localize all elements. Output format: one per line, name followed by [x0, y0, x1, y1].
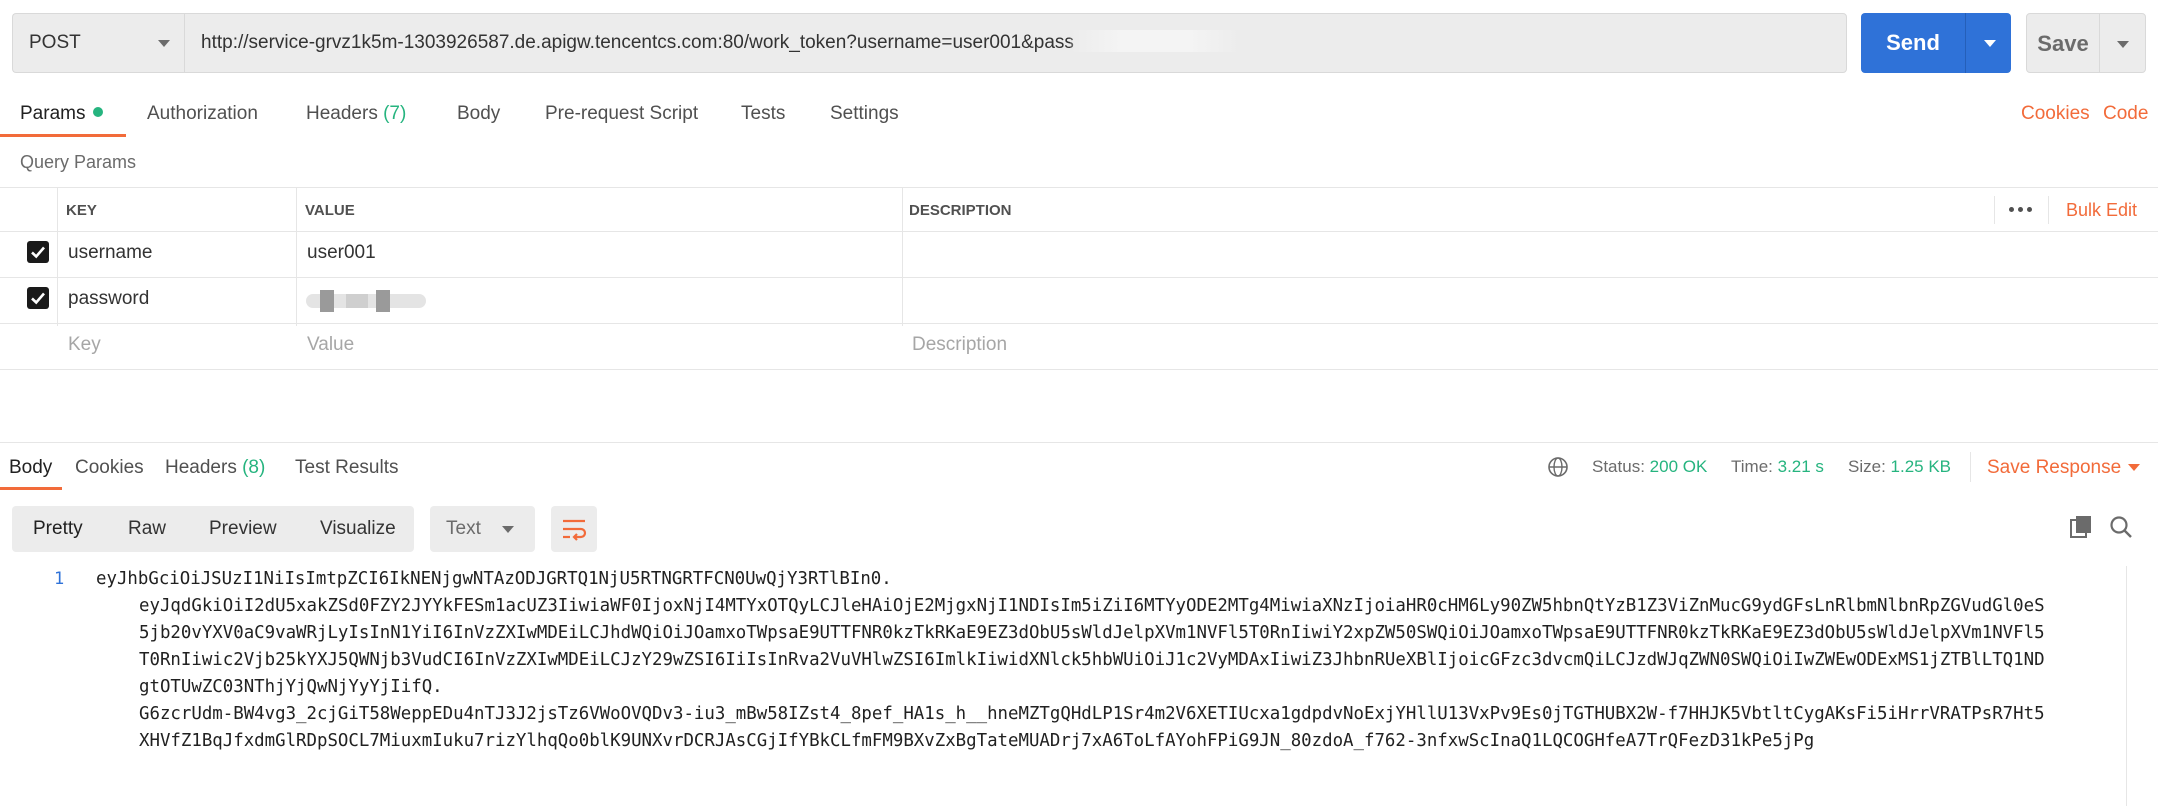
time-label: Time: [1731, 457, 1773, 476]
active-response-tab-indicator [0, 487, 62, 490]
wrap-lines-button[interactable] [551, 506, 597, 552]
param-key[interactable]: username [68, 242, 153, 264]
status-readout: Status: 200 OK [1592, 457, 1707, 477]
send-options-caret-icon[interactable] [1984, 40, 1996, 47]
table-row: password [0, 278, 2158, 324]
wrap-lines-icon [563, 519, 587, 541]
response-body-line: 5jb20vYXV0aC9vaWRjLyIsInN1YiI6InVzZXIwMD… [139, 623, 2045, 643]
response-body-line: eyJhbGciOiJSUzI1NiIsImtpZCI6IkNENjgwNTAz… [96, 569, 892, 589]
status-label: Status: [1592, 457, 1645, 476]
copy-icon[interactable] [2068, 514, 2094, 540]
time-readout: Time: 3.21 s [1731, 457, 1824, 477]
response-tab-headers-label: Headers [165, 457, 237, 478]
column-header-description: DESCRIPTION [909, 202, 1012, 219]
new-key-input[interactable]: Key [68, 334, 101, 356]
size-label: Size: [1848, 457, 1886, 476]
tab-headers[interactable]: Headers (7) [306, 103, 406, 125]
save-divider [2099, 14, 2100, 72]
send-button[interactable]: Send [1861, 13, 2011, 73]
size-value: 1.25 KB [1890, 457, 1952, 476]
response-body-line: T0RnIiwic2Vjb25kYXJ5QWNjb3VudCI6InVzZXIw… [139, 650, 2045, 670]
tab-tests[interactable]: Tests [741, 103, 785, 125]
tab-params-label: Params [20, 103, 86, 124]
status-divider [1970, 452, 1971, 482]
response-tab-test-results[interactable]: Test Results [295, 457, 398, 479]
caret-down-icon [158, 40, 170, 47]
search-icon[interactable] [2108, 514, 2134, 540]
view-preview-button[interactable]: Preview [209, 518, 277, 540]
table-row: username user001 [0, 232, 2158, 278]
tab-settings[interactable]: Settings [830, 103, 899, 125]
tab-headers-count: (7) [383, 103, 407, 124]
time-value: 3.21 s [1777, 457, 1824, 476]
response-tab-body[interactable]: Body [9, 457, 52, 479]
view-pretty-button[interactable]: Pretty [33, 518, 83, 540]
query-params-title: Query Params [20, 152, 137, 172]
method-label: POST [29, 32, 81, 53]
response-body-line: XHVfZ1BqJfxdmGlRDpSOCL7MiuxmIuku7rizYlhq… [139, 731, 1815, 751]
cookies-link[interactable]: Cookies [2021, 103, 2090, 125]
new-value-input[interactable]: Value [307, 334, 354, 356]
more-horizontal-icon[interactable] [2006, 194, 2036, 224]
param-value[interactable]: user001 [307, 242, 376, 264]
response-headers-count: (8) [242, 457, 266, 478]
send-divider [1965, 13, 1966, 73]
tab-prerequest-script[interactable]: Pre-request Script [545, 103, 698, 125]
save-response-caret-icon[interactable] [2128, 464, 2140, 471]
bulk-edit-link[interactable]: Bulk Edit [2066, 200, 2137, 221]
format-label: Text [446, 518, 481, 539]
url-input[interactable]: http://service-grvz1k5m-1303926587.de.ap… [184, 13, 1847, 73]
method-select[interactable]: POST [12, 13, 184, 73]
redacted-url-area [1070, 30, 1240, 52]
tab-params[interactable]: Params [20, 103, 104, 125]
new-description-input[interactable]: Description [912, 334, 1007, 356]
checkbox-checked-icon[interactable] [27, 241, 49, 263]
response-body-line: G6zcrUdm-BW4vg3_2cjGiT58WeppEDu4nTJ3J2js… [139, 704, 2045, 724]
save-label: Save [2037, 31, 2089, 56]
view-visualize-button[interactable]: Visualize [320, 518, 396, 540]
column-header-value: VALUE [305, 202, 355, 219]
tab-body[interactable]: Body [457, 103, 500, 125]
view-raw-button[interactable]: Raw [128, 518, 166, 540]
scrollbar-track[interactable] [2126, 566, 2127, 806]
header-divider [1994, 196, 1995, 224]
response-body-line: gtOTUwZC03NThjYjQwNjYyYjIifQ. [139, 677, 443, 697]
response-tab-cookies[interactable]: Cookies [75, 457, 144, 479]
save-button[interactable]: Save [2026, 13, 2146, 73]
active-tab-indicator [0, 134, 126, 137]
table-header-row: KEY VALUE DESCRIPTION Bulk Edit [0, 187, 2158, 232]
send-label: Send [1886, 30, 1940, 55]
response-body-line: eyJqdGkiOiI2dU5xakZSd0FZY2JYYkFESm1acUZ3… [139, 596, 2045, 616]
globe-icon[interactable] [1547, 456, 1569, 478]
format-select[interactable]: Text [430, 506, 535, 552]
tab-authorization[interactable]: Authorization [147, 103, 258, 125]
checkbox-checked-icon[interactable] [27, 287, 49, 309]
size-readout: Size: 1.25 KB [1848, 457, 1951, 477]
response-tab-headers[interactable]: Headers (8) [165, 457, 265, 479]
status-value: 200 OK [1649, 457, 1708, 476]
caret-down-icon [502, 526, 514, 533]
column-header-key: KEY [66, 202, 97, 219]
params-active-dot-icon [93, 106, 104, 117]
table-row-empty: Key Value Description [0, 324, 2158, 370]
header-divider [2048, 196, 2049, 224]
tab-headers-label: Headers [306, 103, 378, 124]
redacted-password-value [306, 290, 426, 312]
param-key[interactable]: password [68, 288, 149, 310]
line-number: 1 [54, 569, 65, 589]
save-options-caret-icon[interactable] [2117, 41, 2129, 48]
pane-divider[interactable] [0, 442, 2158, 443]
view-mode-group: Pretty Raw Preview Visualize [12, 506, 414, 552]
code-link[interactable]: Code [2103, 103, 2148, 125]
save-response-button[interactable]: Save Response [1987, 457, 2121, 479]
